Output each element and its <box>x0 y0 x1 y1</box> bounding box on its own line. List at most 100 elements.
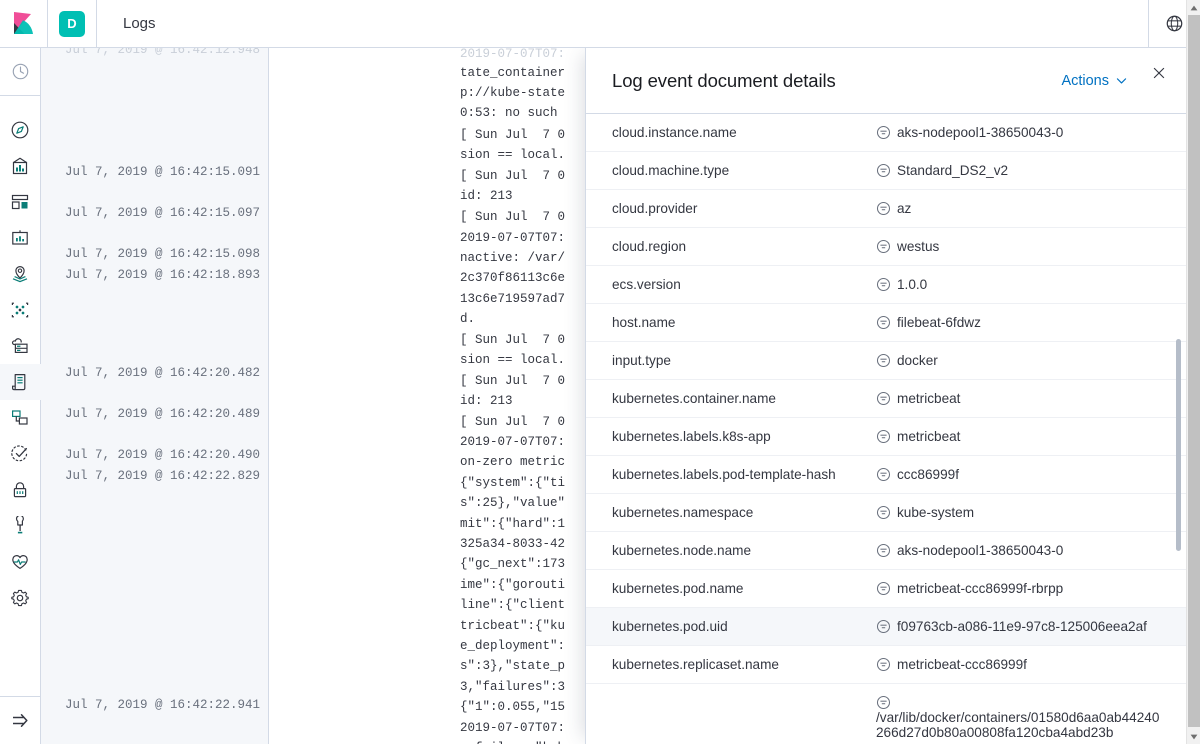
log-message-line[interactable]: on-zero metric <box>460 452 565 472</box>
log-timestamp[interactable]: Jul 7, 2019 @ 16:42:12.948 <box>65 48 260 58</box>
log-message-line[interactable]: 325a34-8033-42 <box>460 534 565 554</box>
sidebar-item-management[interactable] <box>0 580 41 616</box>
filter-value-icon <box>876 353 891 368</box>
log-message-line[interactable]: 2019-07-07T07: <box>460 432 565 452</box>
field-name: ecs.version <box>586 265 876 304</box>
log-message-line[interactable]: [ Sun Jul 7 0 <box>460 166 565 186</box>
log-message-line[interactable]: mit":{"hard":1 <box>460 514 565 534</box>
log-message-line[interactable]: 3,"failures":3 <box>460 677 565 697</box>
field-value-cell[interactable]: kube-system <box>876 493 1186 532</box>
flyout-body[interactable]: cloud.instance.name aks-nodepool1-3865004… <box>586 114 1186 744</box>
log-message-line[interactable]: p failure "kub <box>460 738 565 744</box>
sidebar-item-monitoring[interactable] <box>0 544 41 580</box>
field-value: f09763cb-a086-11e9-97c8-125006eea2af <box>897 619 1147 634</box>
log-message-line[interactable]: 0:53: no such <box>460 103 565 123</box>
log-message-line[interactable]: ime":{"gorouti <box>460 575 565 595</box>
sidebar-item-infrastructure[interactable] <box>0 328 41 364</box>
sidebar-item-apm[interactable] <box>0 400 41 436</box>
sidebar-item-canvas[interactable] <box>0 220 41 256</box>
field-value-cell[interactable]: Standard_DS2_v2 <box>876 151 1186 190</box>
field-value-cell[interactable]: metricbeat <box>876 379 1186 418</box>
log-message-line[interactable]: sion == local. <box>460 145 565 165</box>
log-message-line[interactable]: tricbeat":{"ku <box>460 616 565 636</box>
sidebar-item-siem[interactable] <box>0 472 41 508</box>
log-message-line[interactable]: s":25},"value" <box>460 493 565 513</box>
log-message-line[interactable]: id: 213 <box>460 391 513 411</box>
sidebar-item-machine-learning[interactable] <box>0 292 41 328</box>
log-timestamp[interactable]: Jul 7, 2019 @ 16:42:20.490 <box>65 447 260 463</box>
log-timestamp[interactable]: Jul 7, 2019 @ 16:42:18.893 <box>65 267 260 283</box>
log-message-line[interactable]: 2c370f86113c6e <box>460 268 565 288</box>
log-timestamp[interactable]: Jul 7, 2019 @ 16:42:15.097 <box>65 205 260 221</box>
space-avatar[interactable]: D <box>48 0 97 47</box>
page-scrollbar-thumb[interactable] <box>1188 15 1200 727</box>
close-flyout-button[interactable] <box>1146 60 1172 86</box>
field-value-cell[interactable]: ccc86999f <box>876 455 1186 494</box>
sidebar-item-maps[interactable] <box>0 256 41 292</box>
log-timestamp[interactable]: Jul 7, 2019 @ 16:42:15.098 <box>65 246 260 262</box>
field-value-cell[interactable]: metricbeat <box>876 417 1186 456</box>
log-message-line[interactable]: [ Sun Jul 7 0 <box>460 125 565 145</box>
field-value-cell[interactable]: metricbeat-ccc86999f-rbrpp <box>876 569 1186 608</box>
log-message-line[interactable]: tate_container <box>460 63 565 83</box>
filter-value-icon <box>876 657 891 672</box>
log-message-line[interactable]: line":{"client <box>460 595 565 615</box>
log-message-line[interactable]: e_deployment": <box>460 636 565 656</box>
sidebar-item-visualize[interactable] <box>0 148 41 184</box>
bar-chart-icon <box>12 157 28 175</box>
log-timestamp[interactable]: Jul 7, 2019 @ 16:42:20.482 <box>65 365 260 381</box>
filter-value-icon <box>876 391 891 406</box>
page-scrollbar[interactable] <box>1186 0 1200 744</box>
log-message-line[interactable]: sion == local. <box>460 350 565 370</box>
scroll-down-arrow[interactable] <box>1187 729 1200 744</box>
log-message-line[interactable]: [ Sun Jul 7 0 <box>460 412 565 432</box>
field-value-cell[interactable]: aks-nodepool1-38650043-0 <box>876 114 1186 152</box>
log-message-line[interactable]: id: 213 <box>460 186 513 206</box>
sidebar-item-recently-viewed[interactable] <box>0 48 40 96</box>
sidebar-item-logs[interactable] <box>0 364 41 400</box>
log-message-line[interactable]: {"system":{"ti <box>460 473 565 493</box>
log-timestamp[interactable]: Jul 7, 2019 @ 16:42:15.091 <box>65 164 260 180</box>
log-message-line[interactable]: {"1":0.055,"15 <box>460 697 565 717</box>
document-field-row: input.type docker <box>586 341 1186 380</box>
top-header: D Logs <box>0 0 1200 48</box>
log-message-line[interactable]: d. <box>460 309 475 329</box>
log-message-line[interactable]: [ Sun Jul 7 0 <box>460 330 565 350</box>
kibana-logo[interactable] <box>0 0 48 47</box>
log-timestamp[interactable]: Jul 7, 2019 @ 16:42:22.941 <box>65 697 260 713</box>
log-timestamp[interactable]: Jul 7, 2019 @ 16:42:20.489 <box>65 406 260 422</box>
log-message-line[interactable]: s":3},"state_p <box>460 656 565 676</box>
flyout-scrollbar-thumb[interactable] <box>1176 339 1181 551</box>
log-timestamp[interactable]: Jul 7, 2019 @ 16:42:22.829 <box>65 468 260 484</box>
log-message-line[interactable]: 2019-07-07T07: <box>460 718 565 738</box>
field-value: aks-nodepool1-38650043-0 <box>897 125 1064 140</box>
field-value-cell[interactable]: aks-nodepool1-38650043-0 <box>876 531 1186 570</box>
field-value-cell[interactable]: filebeat-6fdwz <box>876 303 1186 342</box>
log-message-line[interactable]: nactive: /var/ <box>460 248 565 268</box>
log-message-line[interactable]: [ Sun Jul 7 0 <box>460 371 565 391</box>
sidebar-item-discover[interactable] <box>0 112 41 148</box>
log-message-line[interactable]: 13c6e719597ad7 <box>460 289 565 309</box>
field-value-cell[interactable]: westus <box>876 227 1186 266</box>
log-message-line[interactable]: {"gc_next":173 <box>460 554 565 574</box>
log-message-line[interactable]: p://kube-state <box>460 83 565 103</box>
flyout-scrollbar[interactable] <box>1176 114 1182 744</box>
scroll-up-arrow[interactable] <box>1187 0 1200 15</box>
field-value-cell[interactable]: /var/lib/docker/containers/01580d6aa0ab4… <box>876 684 1186 744</box>
field-value-cell[interactable]: az <box>876 189 1186 228</box>
log-message-line[interactable]: 2019-07-07T07: <box>460 228 565 248</box>
field-name: kubernetes.replicaset.name <box>586 645 876 684</box>
log-message-line[interactable]: 2019-07-07T07: <box>460 48 565 64</box>
log-message-line[interactable]: [ Sun Jul 7 0 <box>460 207 565 227</box>
nav-collapse-button[interactable] <box>0 696 40 744</box>
field-value-cell[interactable]: 1.0.0 <box>876 265 1186 304</box>
field-value-cell[interactable]: docker <box>876 341 1186 380</box>
field-value-cell[interactable]: f09763cb-a086-11e9-97c8-125006eea2af <box>876 607 1186 646</box>
field-name: kubernetes.node.name <box>586 531 876 570</box>
sidebar-item-dev-tools[interactable] <box>0 508 41 544</box>
field-name <box>586 684 876 744</box>
field-value-cell[interactable]: metricbeat-ccc86999f <box>876 645 1186 684</box>
sidebar-item-dashboard[interactable] <box>0 184 41 220</box>
sidebar-item-uptime[interactable] <box>0 436 41 472</box>
document-field-row: cloud.instance.name aks-nodepool1-3865004… <box>586 114 1186 152</box>
